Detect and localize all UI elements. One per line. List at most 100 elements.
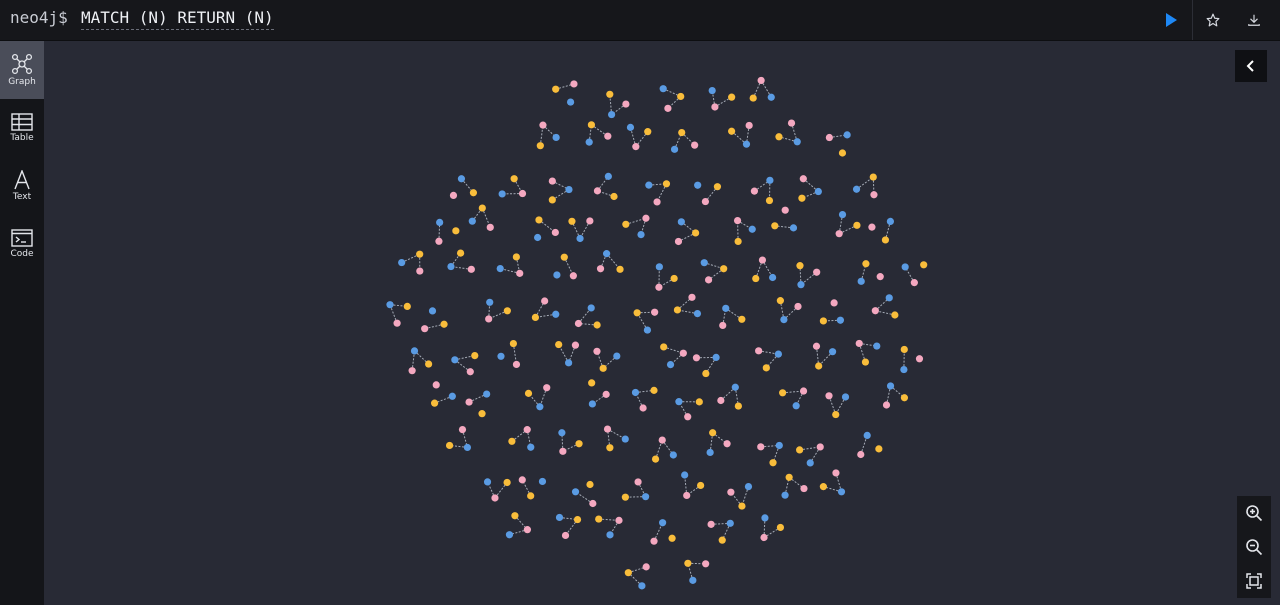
node-cluster[interactable] (755, 347, 783, 372)
graph-node[interactable] (638, 582, 646, 590)
graph-node[interactable] (870, 191, 878, 199)
graph-node[interactable] (731, 383, 739, 391)
node-cluster[interactable] (825, 392, 850, 419)
node-cluster[interactable] (621, 478, 650, 501)
graph-node[interactable] (565, 185, 573, 194)
graph-node[interactable] (655, 283, 663, 291)
node-cluster[interactable] (596, 250, 624, 273)
graph-node[interactable] (650, 537, 658, 545)
graph-node[interactable] (573, 515, 582, 524)
graph-node[interactable] (885, 294, 893, 302)
graph-node[interactable] (760, 533, 768, 542)
node-cluster[interactable] (633, 308, 659, 334)
graph-node[interactable] (516, 269, 524, 277)
graph-node[interactable] (799, 387, 808, 395)
node-cluster[interactable] (757, 441, 783, 467)
graph-node[interactable] (596, 265, 605, 273)
graph-node[interactable] (797, 281, 805, 289)
node-cluster[interactable] (571, 480, 597, 508)
graph-node[interactable] (478, 410, 486, 418)
graph-node[interactable] (825, 392, 833, 400)
graph-node[interactable] (677, 92, 685, 101)
node-cluster[interactable] (553, 253, 577, 280)
graph-node[interactable] (750, 187, 758, 195)
graph-node[interactable] (587, 304, 595, 312)
graph-node[interactable] (713, 183, 722, 191)
run-button[interactable] (1151, 0, 1191, 40)
graph-node[interactable] (538, 477, 547, 486)
graph-node[interactable] (752, 274, 760, 283)
graph-node[interactable] (621, 435, 629, 443)
graph-node[interactable] (486, 223, 494, 231)
graph-node[interactable] (510, 175, 518, 183)
download-button[interactable] (1234, 0, 1274, 40)
graph-node[interactable] (726, 519, 734, 527)
graph-node[interactable] (675, 398, 683, 406)
graph-node[interactable] (882, 401, 891, 409)
graph-node[interactable] (813, 268, 821, 276)
graph-node[interactable] (828, 348, 837, 356)
graph-node[interactable] (565, 359, 573, 367)
graph-node[interactable] (781, 491, 789, 499)
graph-node[interactable] (776, 523, 785, 532)
graph-node[interactable] (606, 531, 614, 539)
graph-node[interactable] (758, 256, 767, 264)
node-cluster[interactable] (585, 121, 612, 146)
graph-node[interactable] (548, 196, 556, 204)
node-cluster[interactable] (465, 390, 491, 418)
node-cluster[interactable] (660, 343, 687, 369)
node-cluster[interactable] (675, 398, 703, 421)
node-cluster[interactable] (727, 482, 753, 510)
graph-node[interactable] (604, 132, 612, 140)
graph-node[interactable] (483, 478, 492, 486)
graph-node[interactable] (440, 320, 448, 328)
graph-node[interactable] (920, 261, 928, 269)
node-cluster[interactable] (707, 519, 734, 544)
graph-node[interactable] (876, 273, 884, 281)
graph-node[interactable] (819, 483, 827, 491)
graph-node[interactable] (536, 142, 544, 150)
graph-node[interactable] (720, 265, 728, 273)
graph-node[interactable] (588, 379, 596, 387)
graph-node[interactable] (416, 267, 424, 275)
graph-node[interactable] (606, 90, 614, 98)
node-cluster[interactable] (606, 90, 630, 119)
graph-node[interactable] (915, 355, 924, 363)
graph-node[interactable] (621, 493, 629, 501)
node-cluster[interactable] (568, 217, 594, 243)
node-cluster[interactable] (555, 513, 582, 540)
graph-node[interactable] (670, 274, 678, 283)
graph-node[interactable] (900, 394, 909, 402)
graph-node[interactable] (857, 277, 865, 285)
graph-node[interactable] (456, 249, 465, 257)
graph-node[interactable] (531, 313, 540, 322)
graph-node[interactable] (684, 413, 692, 421)
graph-node[interactable] (534, 233, 542, 242)
node-cluster[interactable] (871, 294, 899, 319)
graph-node[interactable] (789, 224, 798, 232)
node-cluster[interactable] (708, 86, 736, 111)
graph-node[interactable] (709, 429, 717, 437)
node-cluster[interactable] (825, 131, 851, 157)
graph-node[interactable] (613, 352, 621, 360)
node-cluster[interactable] (485, 298, 511, 323)
graph-node[interactable] (871, 307, 879, 315)
graph-node[interactable] (468, 217, 476, 225)
graph-node[interactable] (428, 307, 437, 315)
graph-node[interactable] (841, 393, 850, 401)
node-cluster[interactable] (835, 210, 861, 238)
graph-node[interactable] (697, 481, 705, 490)
graph-node[interactable] (855, 339, 863, 348)
graph-node[interactable] (553, 271, 561, 279)
graph-node[interactable] (467, 265, 475, 273)
node-cluster[interactable] (398, 250, 424, 275)
graph-node[interactable] (674, 237, 683, 246)
graph-node[interactable] (576, 234, 584, 243)
node-cluster[interactable] (673, 293, 702, 318)
graph-node[interactable] (769, 459, 777, 467)
graph-node[interactable] (815, 362, 823, 370)
node-cluster[interactable] (760, 514, 785, 542)
node-cluster[interactable] (497, 339, 521, 369)
graph-canvas[interactable] (44, 41, 1280, 605)
node-cluster[interactable] (451, 351, 479, 376)
